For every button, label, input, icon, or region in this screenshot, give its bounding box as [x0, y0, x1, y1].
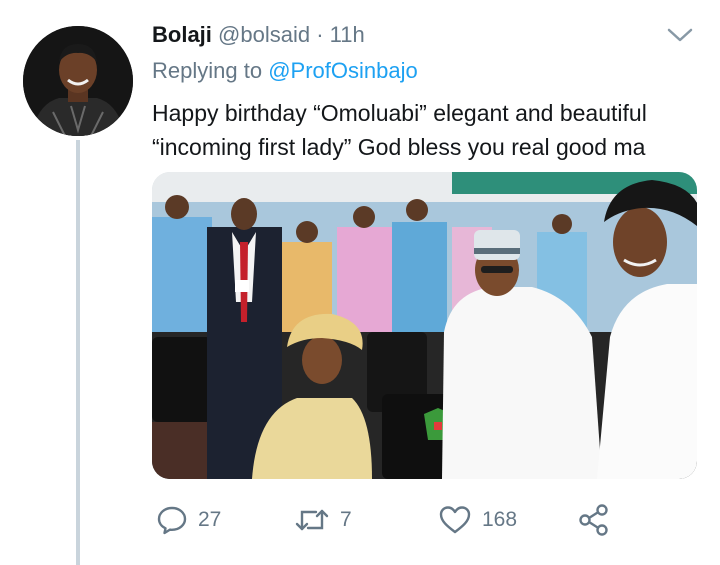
reply-count: 27: [198, 508, 222, 531]
avatar-portrait: [23, 26, 133, 136]
reply-button[interactable]: 27: [156, 500, 221, 540]
thread-line: [76, 140, 80, 565]
share-nodes-icon: [579, 504, 608, 536]
retweet-arrows-icon: [295, 509, 329, 531]
reply-context: Replying to @ProfOsinbajo: [152, 58, 418, 84]
event-photo: [152, 172, 697, 479]
tweet-actions: 27 7 168: [152, 500, 712, 540]
retweet-count: 7: [340, 508, 352, 531]
tweet-photo[interactable]: [152, 172, 697, 479]
tweet-text: Happy birthday “Omoluabi” elegant and be…: [152, 100, 647, 160]
tweet-more-button[interactable]: [664, 24, 696, 46]
reply-prefix: Replying to: [152, 58, 263, 83]
reply-to-mention[interactable]: @ProfOsinbajo: [268, 58, 418, 83]
chevron-down-icon: [667, 28, 693, 42]
header-separator: ·: [316, 22, 324, 47]
retweet-button[interactable]: 7: [294, 500, 352, 540]
author-handle[interactable]: @bolsaid: [218, 22, 310, 47]
tweet-header: Bolaji @bolsaid · 11h: [152, 22, 365, 48]
share-button[interactable]: [577, 500, 611, 540]
like-count: 168: [482, 508, 518, 531]
heart-icon: [439, 506, 471, 534]
author-name[interactable]: Bolaji: [152, 22, 212, 47]
like-button[interactable]: 168: [438, 500, 517, 540]
author-avatar[interactable]: [23, 26, 133, 136]
comment-bubble-icon: [157, 506, 187, 535]
tweet-timestamp[interactable]: 11h: [330, 22, 365, 47]
